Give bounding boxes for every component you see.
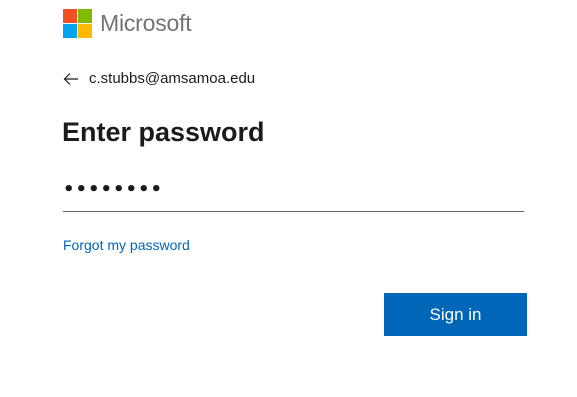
back-arrow-icon: [63, 72, 78, 85]
microsoft-logo: Microsoft: [63, 9, 192, 38]
password-input[interactable]: ••••••••: [63, 172, 524, 212]
identity-email: c.stubbs@amsamoa.edu: [89, 70, 256, 87]
sign-in-button[interactable]: Sign in: [384, 293, 527, 336]
password-masked-value: ••••••••: [63, 179, 164, 200]
brand-name: Microsoft: [100, 10, 192, 36]
forgot-password-link[interactable]: Forgot my password: [63, 237, 190, 253]
microsoft-logo-icon: [63, 9, 92, 38]
page-title: Enter password: [62, 117, 265, 147]
identity-back-button[interactable]: c.stubbs@amsamoa.edu: [63, 70, 255, 87]
